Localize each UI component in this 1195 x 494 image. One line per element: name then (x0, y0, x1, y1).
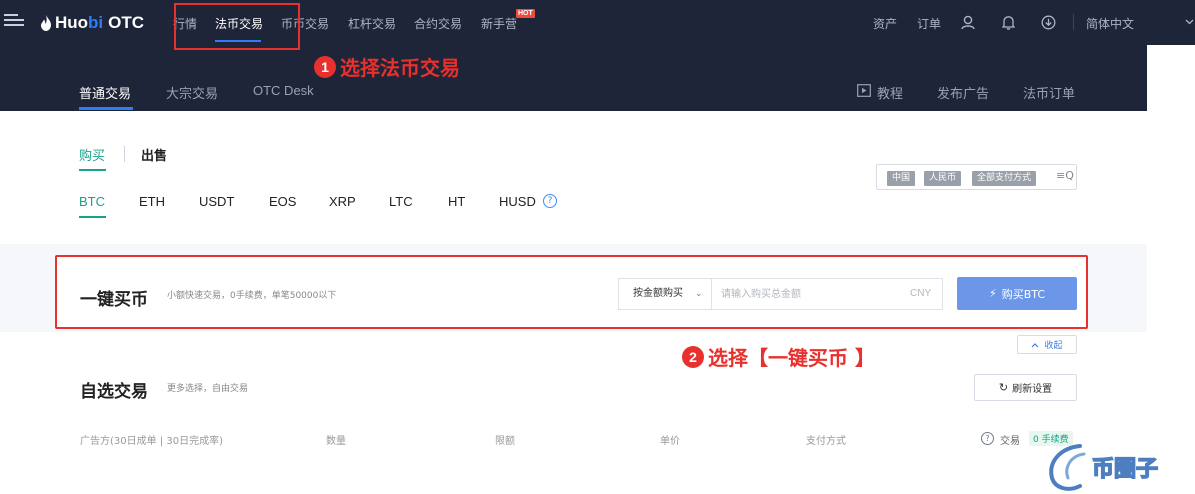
col-advertiser: 广告方(30日成单 | 30日完成率) (80, 436, 223, 447)
nav-item-newbie[interactable]: 新手营 (481, 15, 517, 32)
logo[interactable]: Huo bi OTC (40, 12, 144, 34)
step-2-label: 选择【一键买币 】 (708, 346, 875, 370)
coin-tab-ltc[interactable]: LTC (389, 194, 413, 209)
step-1-number: 1 (314, 56, 336, 78)
coin-tab-ht[interactable]: HT (448, 194, 465, 209)
collapse-label: 收起 (1044, 341, 1063, 351)
subnav-post-ad[interactable]: 发布广告 (937, 83, 989, 102)
step-1-label: 选择法币交易 (340, 56, 460, 80)
nav-orders[interactable]: 订单 (917, 15, 941, 32)
logo-text-accent: bi (88, 13, 104, 32)
filter-icon[interactable]: ≡Q (1056, 169, 1074, 182)
tab-sell[interactable]: 出售 (141, 145, 167, 164)
language-select[interactable]: 简体中文 (1086, 15, 1134, 32)
help-icon[interactable]: ? (543, 194, 557, 208)
step-2-number: 2 (682, 346, 704, 368)
chevron-down-icon[interactable] (1185, 19, 1194, 25)
tab-buy[interactable]: 购买 (79, 145, 105, 164)
col-quantity: 数量 (326, 436, 346, 447)
custom-trade-title: 自选交易 (80, 382, 148, 402)
subnav-active-underline (79, 107, 133, 110)
tab-divider (124, 146, 125, 162)
chevron-up-icon (1032, 342, 1039, 347)
flame-icon (41, 15, 51, 31)
user-icon[interactable] (961, 15, 975, 30)
custom-trade-subtitle: 更多选择，自由交易 (167, 384, 249, 394)
refresh-label: 刷新设置 (1012, 384, 1053, 395)
filter-country[interactable]: 中国 (887, 171, 916, 186)
coin-tab-eos[interactable]: EOS (269, 194, 296, 209)
coin-tab-btc[interactable]: BTC (79, 194, 105, 209)
logo-text: Huo (55, 13, 89, 32)
tutorial-icon[interactable] (857, 84, 871, 97)
col-price: 单价 (660, 436, 680, 447)
menu-icon[interactable] (4, 14, 24, 28)
coin-tab-usdt[interactable]: USDT (199, 194, 234, 209)
coin-tab-eth[interactable]: ETH (139, 194, 165, 209)
download-icon[interactable] (1041, 15, 1056, 30)
nav-item-contract[interactable]: 合约交易 (414, 15, 462, 32)
col-limit: 限额 (495, 436, 515, 447)
fiat-trade-highlight (174, 3, 300, 50)
collapse-button[interactable]: 收起 (1017, 335, 1077, 354)
coin-active-underline (79, 216, 106, 218)
nav-divider (1073, 14, 1074, 30)
filter-bar[interactable]: 中国 人民币 全部支付方式 ≡Q (876, 164, 1077, 190)
coin-tab-husd[interactable]: HUSD (499, 194, 536, 209)
subnav-fiat-orders[interactable]: 法币订单 (1023, 83, 1075, 102)
hot-badge: HOT (516, 9, 535, 18)
logo-product: OTC (108, 13, 145, 32)
bell-icon[interactable] (1002, 15, 1015, 30)
help-icon[interactable]: ? (981, 432, 994, 445)
col-payment: 支付方式 (806, 436, 846, 447)
watermark-text: 币圈子 (1091, 456, 1159, 483)
subnav-block-trade[interactable]: 大宗交易 (166, 83, 218, 102)
refresh-icon: ↻ (998, 381, 1009, 394)
coin-tab-xrp[interactable]: XRP (329, 194, 356, 209)
refresh-settings-button[interactable]: ↻ 刷新设置 (974, 374, 1077, 401)
subnav-otc-desk[interactable]: OTC Desk (253, 83, 314, 98)
col-action: 交易 (1000, 436, 1020, 447)
nav-assets[interactable]: 资产 (873, 15, 897, 32)
subnav-normal-trade[interactable]: 普通交易 (79, 83, 131, 102)
filter-currency[interactable]: 人民币 (924, 171, 962, 186)
nav-item-margin[interactable]: 杠杆交易 (348, 15, 396, 32)
filter-payment[interactable]: 全部支付方式 (972, 171, 1037, 186)
quick-buy-highlight (55, 255, 1088, 329)
subnav-tutorial[interactable]: 教程 (877, 83, 903, 102)
tab-active-underline (79, 169, 106, 171)
